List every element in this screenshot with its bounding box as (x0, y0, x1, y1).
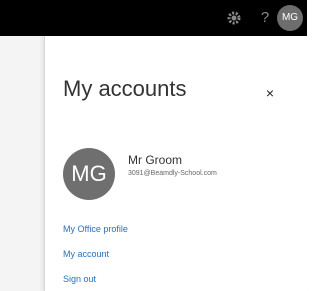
top-avatar[interactable]: MG (277, 5, 303, 31)
help-icon[interactable]: ? (258, 8, 272, 28)
sign-out-link[interactable]: Sign out (63, 274, 96, 284)
gear-icon[interactable] (227, 11, 241, 25)
my-office-profile-link[interactable]: My Office profile (63, 224, 128, 234)
user-email: 3091@Beamdly-School.com (128, 170, 217, 177)
panel-title: My accounts (63, 76, 187, 101)
my-account-link[interactable]: My account (63, 249, 109, 259)
user-name: Mr Groom (128, 153, 182, 167)
page-background (0, 36, 44, 291)
accounts-panel: My accounts × MG Mr Groom 3091@Beamdly-S… (44, 36, 308, 291)
avatar: MG (63, 148, 115, 200)
close-icon[interactable]: × (263, 86, 277, 100)
top-bar: ? MG (0, 0, 307, 36)
